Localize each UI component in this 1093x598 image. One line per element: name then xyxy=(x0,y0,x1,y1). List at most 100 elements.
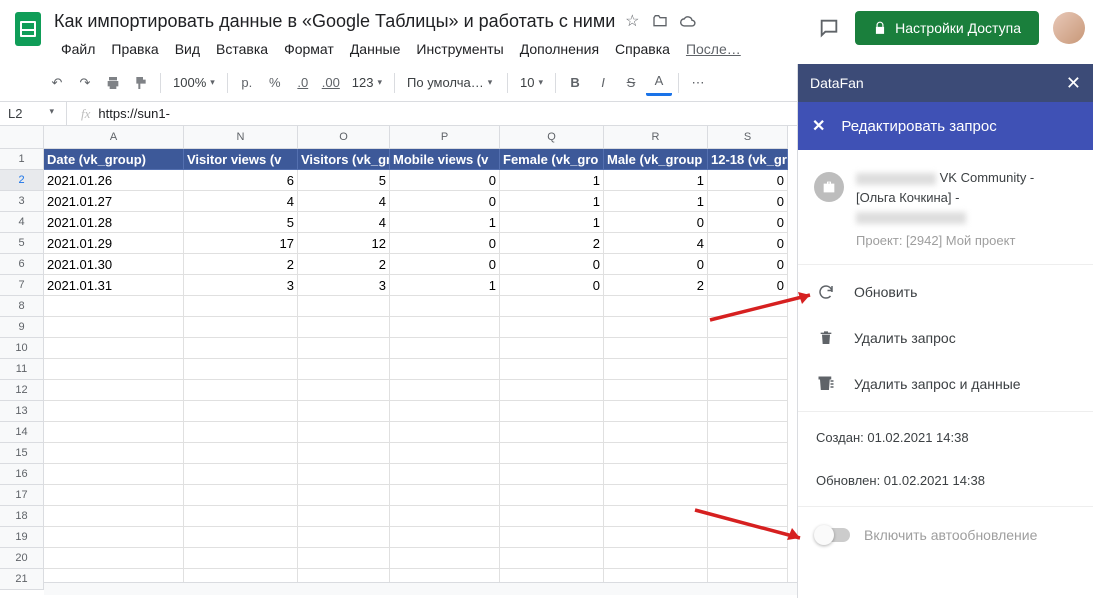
cell-value[interactable]: 2 xyxy=(184,254,298,275)
empty-cell[interactable] xyxy=(298,317,390,338)
empty-cell[interactable] xyxy=(184,380,298,401)
empty-cell[interactable] xyxy=(184,296,298,317)
empty-cell[interactable] xyxy=(184,338,298,359)
cell-date[interactable]: 2021.01.30 xyxy=(44,254,184,275)
cell-value[interactable]: 1 xyxy=(390,212,500,233)
row-header[interactable]: 17 xyxy=(0,485,44,506)
empty-cell[interactable] xyxy=(604,527,708,548)
cell-value[interactable]: 0 xyxy=(708,212,788,233)
cell-date[interactable]: 2021.01.26 xyxy=(44,170,184,191)
cell-value[interactable]: 0 xyxy=(708,191,788,212)
empty-cell[interactable] xyxy=(390,422,500,443)
decimal-more-button[interactable]: .00 xyxy=(318,70,344,96)
empty-cell[interactable] xyxy=(708,527,788,548)
empty-cell[interactable] xyxy=(184,443,298,464)
delete-action[interactable]: Удалить запрос xyxy=(798,315,1093,361)
menu-вид[interactable]: Вид xyxy=(168,37,207,61)
cell-value[interactable]: 12 xyxy=(298,233,390,254)
cell-value[interactable]: 1 xyxy=(390,275,500,296)
italic-button[interactable]: I xyxy=(590,70,616,96)
cell-value[interactable]: 4 xyxy=(298,191,390,212)
empty-cell[interactable] xyxy=(44,464,184,485)
empty-cell[interactable] xyxy=(390,443,500,464)
row-header[interactable]: 20 xyxy=(0,548,44,569)
empty-cell[interactable] xyxy=(604,401,708,422)
empty-cell[interactable] xyxy=(44,296,184,317)
header-cell[interactable]: Visitor views (v xyxy=(184,149,298,170)
row-header[interactable]: 16 xyxy=(0,464,44,485)
cell-value[interactable]: 1 xyxy=(500,170,604,191)
move-icon[interactable] xyxy=(651,12,669,30)
app-logo[interactable] xyxy=(8,9,48,49)
cell-value[interactable]: 17 xyxy=(184,233,298,254)
cloud-icon[interactable] xyxy=(679,12,697,30)
undo-button[interactable]: ↶ xyxy=(44,70,70,96)
empty-cell[interactable] xyxy=(184,359,298,380)
share-button[interactable]: Настройки Доступа xyxy=(855,11,1039,45)
empty-cell[interactable] xyxy=(708,359,788,380)
empty-cell[interactable] xyxy=(500,401,604,422)
cell-value[interactable]: 0 xyxy=(390,191,500,212)
avatar[interactable] xyxy=(1053,12,1085,44)
empty-cell[interactable] xyxy=(184,527,298,548)
empty-cell[interactable] xyxy=(184,548,298,569)
empty-cell[interactable] xyxy=(390,506,500,527)
empty-cell[interactable] xyxy=(500,359,604,380)
empty-cell[interactable] xyxy=(298,506,390,527)
select-all-corner[interactable] xyxy=(0,126,44,149)
header-cell[interactable]: 12-18 (vk_grou xyxy=(708,149,788,170)
cell-value[interactable]: 2 xyxy=(604,275,708,296)
empty-cell[interactable] xyxy=(604,443,708,464)
print-button[interactable] xyxy=(100,70,126,96)
empty-cell[interactable] xyxy=(298,464,390,485)
col-header[interactable]: A xyxy=(44,126,184,149)
row-header[interactable]: 2 xyxy=(0,170,44,191)
empty-cell[interactable] xyxy=(44,359,184,380)
empty-cell[interactable] xyxy=(500,485,604,506)
row-header[interactable]: 1 xyxy=(0,149,44,170)
empty-cell[interactable] xyxy=(44,485,184,506)
empty-cell[interactable] xyxy=(604,296,708,317)
empty-cell[interactable] xyxy=(184,506,298,527)
empty-cell[interactable] xyxy=(500,443,604,464)
empty-cell[interactable] xyxy=(390,401,500,422)
empty-cell[interactable] xyxy=(184,401,298,422)
menu-данные[interactable]: Данные xyxy=(343,37,408,61)
empty-cell[interactable] xyxy=(500,380,604,401)
empty-cell[interactable] xyxy=(708,401,788,422)
cell-value[interactable]: 4 xyxy=(184,191,298,212)
header-cell[interactable]: Visitors (vk_grc xyxy=(298,149,390,170)
row-header[interactable]: 19 xyxy=(0,527,44,548)
cell-value[interactable]: 0 xyxy=(390,170,500,191)
menu-вставка[interactable]: Вставка xyxy=(209,37,275,61)
empty-cell[interactable] xyxy=(44,380,184,401)
paint-format-button[interactable] xyxy=(128,70,154,96)
empty-cell[interactable] xyxy=(708,443,788,464)
number-format-select[interactable]: 123 xyxy=(346,70,388,96)
empty-cell[interactable] xyxy=(390,338,500,359)
cell-value[interactable]: 5 xyxy=(184,212,298,233)
empty-cell[interactable] xyxy=(298,296,390,317)
empty-cell[interactable] xyxy=(298,485,390,506)
name-box[interactable]: L2 xyxy=(0,106,60,121)
col-header[interactable]: P xyxy=(390,126,500,149)
row-header[interactable]: 18 xyxy=(0,506,44,527)
row-header[interactable]: 4 xyxy=(0,212,44,233)
row-header[interactable]: 13 xyxy=(0,401,44,422)
cell-value[interactable]: 3 xyxy=(184,275,298,296)
empty-cell[interactable] xyxy=(708,338,788,359)
empty-cell[interactable] xyxy=(390,317,500,338)
menu-дополнения[interactable]: Дополнения xyxy=(513,37,606,61)
text-color-button[interactable]: A xyxy=(646,70,672,96)
row-header[interactable]: 3 xyxy=(0,191,44,212)
menu-справка[interactable]: Справка xyxy=(608,37,677,61)
menu-инструменты[interactable]: Инструменты xyxy=(409,37,510,61)
empty-cell[interactable] xyxy=(708,422,788,443)
empty-cell[interactable] xyxy=(44,443,184,464)
cell-value[interactable]: 0 xyxy=(708,233,788,254)
bold-button[interactable]: B xyxy=(562,70,588,96)
empty-cell[interactable] xyxy=(44,422,184,443)
cell-date[interactable]: 2021.01.28 xyxy=(44,212,184,233)
row-header[interactable]: 9 xyxy=(0,317,44,338)
cell-value[interactable]: 2 xyxy=(500,233,604,254)
